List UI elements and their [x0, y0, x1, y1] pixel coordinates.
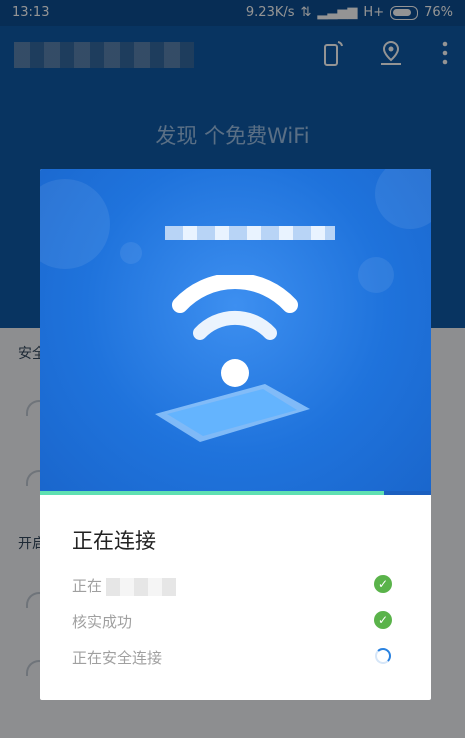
- bubble-decor: [120, 242, 142, 264]
- wifi-icon: [172, 275, 298, 387]
- dialog-title: 正在连接: [72, 529, 156, 553]
- bubble-decor: [375, 169, 431, 229]
- loading-spinner-icon: [375, 648, 391, 664]
- step-verified: 核实成功: [72, 613, 133, 631]
- blurred-network-name: [165, 226, 335, 240]
- bubble-decor: [358, 257, 394, 293]
- check-icon: ✓: [374, 611, 392, 629]
- check-icon: ✓: [374, 575, 392, 593]
- blurred-network-name: [106, 577, 177, 596]
- connection-progress-bar: [40, 491, 385, 495]
- step-connecting: 正在: [72, 575, 177, 596]
- connecting-dialog: 正在连接 正在 ✓ 核实成功 ✓ 正在安全连接: [40, 169, 431, 700]
- bubble-decor: [40, 179, 110, 269]
- step-secure-connect: 正在安全连接: [72, 649, 163, 667]
- step-label: 正在: [72, 577, 103, 595]
